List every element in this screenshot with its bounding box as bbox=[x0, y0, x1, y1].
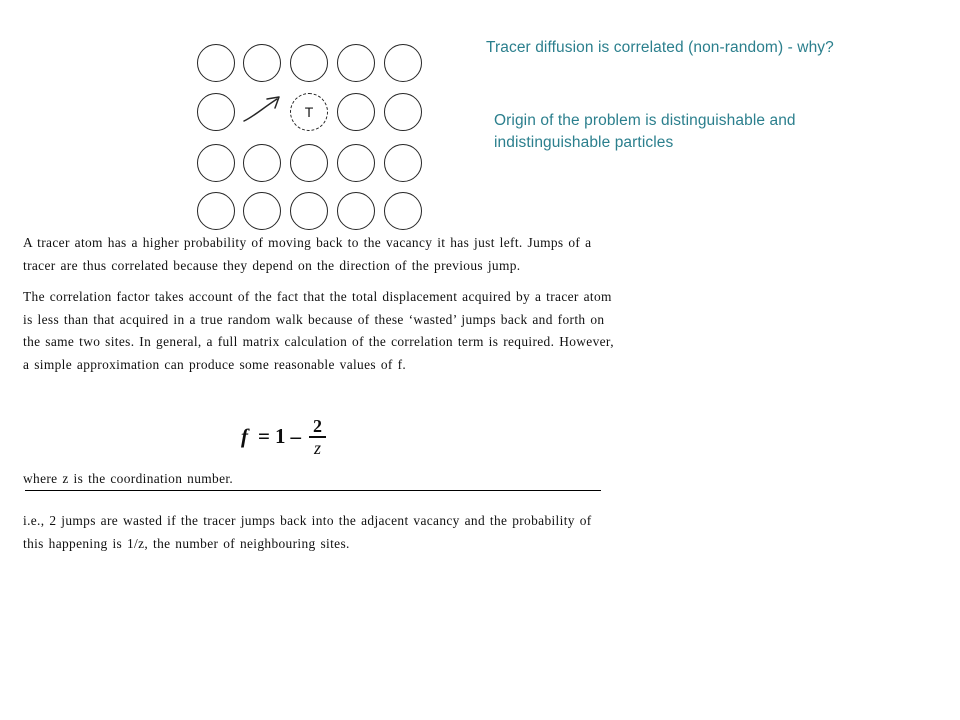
equation-block: f = 1 – 2 z bbox=[0, 417, 640, 469]
lattice-row bbox=[193, 192, 443, 233]
lattice-site-atom bbox=[197, 93, 235, 131]
fraction-numerator: 2 bbox=[312, 416, 322, 436]
correlation-factor-equation: f = 1 – 2 z bbox=[241, 417, 326, 457]
lattice-site-atom bbox=[290, 192, 328, 230]
lattice-site-vacancy bbox=[243, 93, 281, 131]
lattice-site-atom bbox=[243, 44, 281, 82]
lattice-site-atom bbox=[197, 44, 235, 82]
equation-equals-sign: = bbox=[258, 424, 270, 449]
closing-explanation: i.e., 2 jumps are wasted if the tracer j… bbox=[23, 513, 592, 551]
lattice-row bbox=[193, 44, 443, 85]
equation-one: 1 bbox=[274, 424, 286, 449]
lattice-site-atom bbox=[197, 192, 235, 230]
equation-lhs: f bbox=[241, 424, 248, 449]
lattice-site-atom bbox=[384, 192, 422, 230]
lattice-site-atom bbox=[290, 144, 328, 182]
equation-fraction: 2 z bbox=[308, 416, 326, 458]
lattice-site-atom bbox=[243, 144, 281, 182]
lattice-site-atom bbox=[290, 44, 328, 82]
equation-minus-sign: – bbox=[290, 424, 301, 449]
lattice-site-tracer: T bbox=[290, 93, 328, 131]
lattice-site-atom bbox=[337, 44, 375, 82]
slide-subtitle: Origin of the problem is distinguishable… bbox=[494, 112, 796, 151]
lattice-row bbox=[193, 144, 443, 185]
lattice-diagram: T bbox=[193, 40, 443, 232]
body-text: A tracer atom has a higher probability o… bbox=[23, 232, 623, 377]
lattice-site-atom bbox=[243, 192, 281, 230]
tracer-label: T bbox=[304, 104, 314, 120]
paragraph-correlation-factor: The correlation factor takes account of … bbox=[23, 289, 614, 372]
fraction-denominator: z bbox=[313, 437, 321, 458]
lattice-site-atom bbox=[337, 192, 375, 230]
lattice-site-atom bbox=[384, 44, 422, 82]
lattice-site-atom bbox=[337, 144, 375, 182]
lattice-site-atom bbox=[384, 93, 422, 131]
horizontal-divider bbox=[25, 490, 601, 492]
lattice-site-atom bbox=[384, 144, 422, 182]
lattice-row: T bbox=[193, 93, 443, 134]
lattice-site-atom bbox=[337, 93, 375, 131]
coordination-number-note: where z is the coordination number. bbox=[23, 471, 234, 486]
lattice-site-atom bbox=[197, 144, 235, 182]
paragraph-correlation-intro: A tracer atom has a higher probability o… bbox=[23, 235, 592, 273]
slide-title: Tracer diffusion is correlated (non-rand… bbox=[486, 39, 834, 56]
lattice-grid: T bbox=[193, 40, 443, 232]
